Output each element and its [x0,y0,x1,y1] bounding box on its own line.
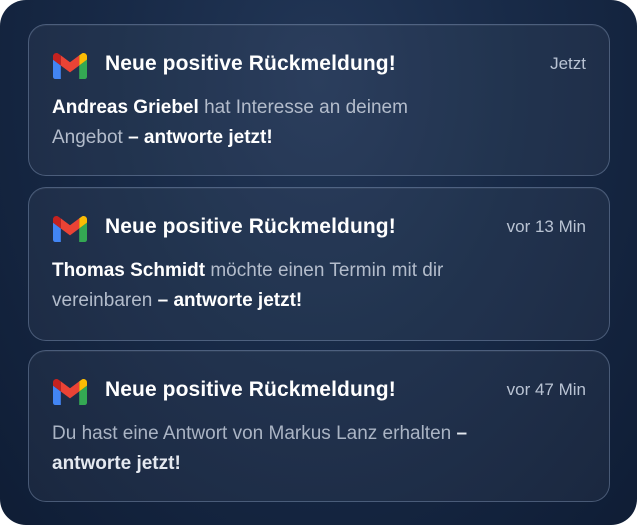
notification-card[interactable]: Neue positive Rückmeldung! Jetzt Andreas… [28,24,610,176]
notification-time: vor 47 Min [506,380,586,399]
notification-time: Jetzt [550,54,586,73]
gmail-icon [53,216,87,242]
gmail-icon [53,379,87,405]
notification-card[interactable]: Neue positive Rückmeldung! vor 13 Min Th… [28,187,610,341]
notification-title: Neue positive Rückmeldung! [105,215,396,238]
reply-call-to-action: – antworte jetzt! [157,290,303,311]
sender-name: Andreas Griebel [52,97,199,118]
notification-card[interactable]: Neue positive Rückmeldung! vor 47 Min Du… [28,350,610,502]
notification-stack: Neue positive Rückmeldung! Jetzt Andreas… [0,0,637,525]
gmail-icon [53,53,87,79]
notification-time: vor 13 Min [506,217,586,236]
sender-name: Thomas Schmidt [52,260,206,281]
notification-message: Andreas Griebel hat Interesse an deinem … [52,93,472,153]
reply-call-to-action: – antworte jetzt! [128,127,273,148]
notification-message: Thomas Schmidt möchte einen Termin mit d… [52,256,472,316]
notification-title: Neue positive Rückmeldung! [105,378,396,401]
notification-message: Du hast eine Antwort von Markus Lanz erh… [52,419,472,479]
notification-title: Neue positive Rückmeldung! [105,52,396,75]
message-text: Du hast eine Antwort von Markus Lanz erh… [52,423,452,444]
